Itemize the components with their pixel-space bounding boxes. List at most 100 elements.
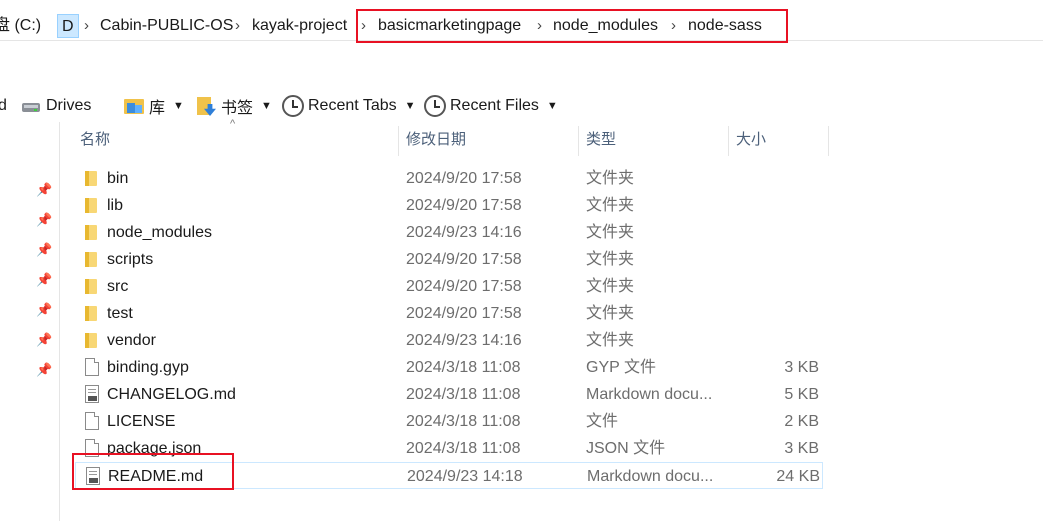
drive-icon: [20, 95, 42, 117]
cell-date: 2024/9/20 17:58: [406, 278, 522, 295]
breadcrumb-chevron-icon[interactable]: ›: [671, 14, 676, 38]
cell-date: 2024/3/18 11:08: [406, 359, 521, 376]
cell-name: lib: [107, 197, 124, 214]
breadcrumb-node-sass[interactable]: node-sass: [688, 14, 762, 38]
breadcrumb-kayak-project[interactable]: kayak-project: [252, 14, 347, 38]
cell-date: 2024/9/20 17:58: [406, 305, 522, 322]
cell-name: binding.gyp: [107, 359, 189, 376]
address-bar[interactable]: 盘 (C:) D › Cabin-PUBLIC-OS › kayak-proje…: [0, 11, 1043, 41]
cell-type: 文件夹: [586, 332, 635, 349]
cell-type: 文件夹: [586, 170, 635, 187]
table-row[interactable]: src 2024/9/20 17:58 文件夹: [75, 273, 823, 300]
markdown-file-icon: [85, 385, 99, 403]
recent-files-label: Recent Files: [450, 97, 539, 114]
library-menu[interactable]: 库 ▼: [123, 92, 184, 120]
table-row[interactable]: README.md 2024/9/23 14:18 Markdown docu...…: [75, 462, 823, 489]
library-icon: [123, 95, 145, 117]
breadcrumb-chevron-icon[interactable]: ›: [84, 14, 89, 38]
pin-icon[interactable]: 📌: [36, 363, 52, 377]
breadcrumb-node-modules[interactable]: node_modules: [553, 14, 658, 38]
chevron-down-icon[interactable]: ▼: [173, 100, 184, 112]
drives-menu[interactable]: Drives: [20, 92, 91, 120]
bookmarks-label: 书签: [221, 100, 254, 117]
bookmark-icon: [195, 95, 217, 117]
cell-name: README.md: [108, 468, 204, 485]
breadcrumb-chevron-icon[interactable]: ›: [361, 14, 366, 38]
cell-type: 文件: [586, 413, 619, 430]
cell-date: 2024/9/23 14:18: [407, 468, 523, 485]
cell-type: 文件夹: [586, 197, 635, 214]
table-row[interactable]: lib 2024/9/20 17:58 文件夹: [75, 192, 823, 219]
pin-icon[interactable]: 📌: [36, 303, 52, 317]
breadcrumb-drive-c[interactable]: 盘 (C:): [0, 14, 41, 38]
cell-type: 文件夹: [586, 251, 635, 268]
cell-type: 文件夹: [586, 224, 635, 241]
chevron-down-icon[interactable]: ▼: [405, 100, 416, 112]
library-label: 库: [149, 100, 166, 117]
cell-type: Markdown docu...: [587, 468, 714, 485]
breadcrumb-d[interactable]: D: [57, 14, 79, 38]
cell-date: 2024/9/20 17:58: [406, 170, 522, 187]
table-row[interactable]: node_modules 2024/9/23 14:16 文件夹: [75, 219, 823, 246]
folder-icon: [85, 171, 97, 186]
pin-icon[interactable]: 📌: [36, 183, 52, 197]
cell-date: 2024/9/20 17:58: [406, 197, 522, 214]
column-header-date[interactable]: 修改日期: [400, 126, 578, 154]
column-header-size[interactable]: 大小: [730, 126, 828, 154]
recent-tabs-label: Recent Tabs: [308, 97, 397, 114]
recent-files-menu[interactable]: Recent Files ▼: [424, 92, 558, 120]
cell-type: 文件夹: [586, 278, 635, 295]
breadcrumb-chevron-icon[interactable]: ›: [235, 14, 240, 38]
pin-icon[interactable]: 📌: [36, 333, 52, 347]
favorites-toolbar: d Drives 库 ▼ 书签 ▼ Recent Tabs ▼ Recent F…: [0, 92, 1043, 122]
cell-size: [725, 327, 819, 354]
file-explorer-window: 盘 (C:) D › Cabin-PUBLIC-OS › kayak-proje…: [0, 0, 1043, 521]
column-header-name[interactable]: 名称: [74, 126, 398, 154]
file-icon: [85, 358, 99, 376]
cell-name: CHANGELOG.md: [107, 386, 236, 403]
table-row[interactable]: CHANGELOG.md 2024/3/18 11:08 Markdown docu…: [75, 381, 823, 408]
bookmarks-menu[interactable]: 书签 ▼: [195, 92, 272, 120]
breadcrumb-chevron-icon[interactable]: ›: [537, 14, 542, 38]
file-icon: [85, 439, 99, 457]
pin-icon[interactable]: 📌: [36, 243, 52, 257]
cell-date: 2024/3/18 11:08: [406, 413, 521, 430]
clock-icon: [424, 95, 446, 117]
column-divider[interactable]: [828, 126, 829, 156]
cell-name: scripts: [107, 251, 154, 268]
cell-size: 3 KB: [784, 440, 819, 457]
cell-size: [725, 219, 819, 246]
chevron-down-icon[interactable]: ▼: [547, 100, 558, 112]
drives-label: Drives: [46, 97, 92, 114]
chevron-down-icon[interactable]: ▼: [261, 100, 272, 112]
cell-size: [725, 246, 819, 273]
cell-date: 2024/9/23 14:16: [406, 224, 522, 241]
cell-name: node_modules: [107, 224, 212, 241]
breadcrumb-basicmarketingpage[interactable]: basicmarketingpage: [378, 14, 521, 38]
column-divider[interactable]: [398, 126, 399, 156]
table-row[interactable]: test 2024/9/20 17:58 文件夹: [75, 300, 823, 327]
table-row[interactable]: bin 2024/9/20 17:58 文件夹: [75, 165, 823, 192]
table-row[interactable]: binding.gyp 2024/3/18 11:08 GYP 文件 3 KB: [75, 354, 823, 381]
table-row[interactable]: package.json 2024/3/18 11:08 JSON 文件 3 KB: [75, 435, 823, 462]
cell-size: [725, 273, 819, 300]
cell-type: Markdown docu...: [586, 386, 713, 403]
cell-size: [725, 192, 819, 219]
folder-icon: [85, 333, 97, 348]
pin-icon[interactable]: 📌: [36, 213, 52, 227]
breadcrumb-cabin-public-os[interactable]: Cabin-PUBLIC-OS: [100, 14, 233, 38]
toolbar-partial-item[interactable]: d: [0, 92, 7, 120]
pin-icon[interactable]: 📌: [36, 273, 52, 287]
column-divider[interactable]: [578, 126, 579, 156]
column-divider[interactable]: [728, 126, 729, 156]
table-row[interactable]: scripts 2024/9/20 17:58 文件夹: [75, 246, 823, 273]
folder-icon: [85, 306, 97, 321]
markdown-file-icon: [86, 467, 100, 485]
cell-date: 2024/9/23 14:16: [406, 332, 522, 349]
table-row[interactable]: vendor 2024/9/23 14:16 文件夹: [75, 327, 823, 354]
recent-tabs-menu[interactable]: Recent Tabs ▼: [282, 92, 416, 120]
clock-icon: [282, 95, 304, 117]
column-header-type[interactable]: 类型: [580, 126, 728, 154]
table-row[interactable]: LICENSE 2024/3/18 11:08 文件 2 KB: [75, 408, 823, 435]
pane-divider[interactable]: [59, 122, 60, 521]
